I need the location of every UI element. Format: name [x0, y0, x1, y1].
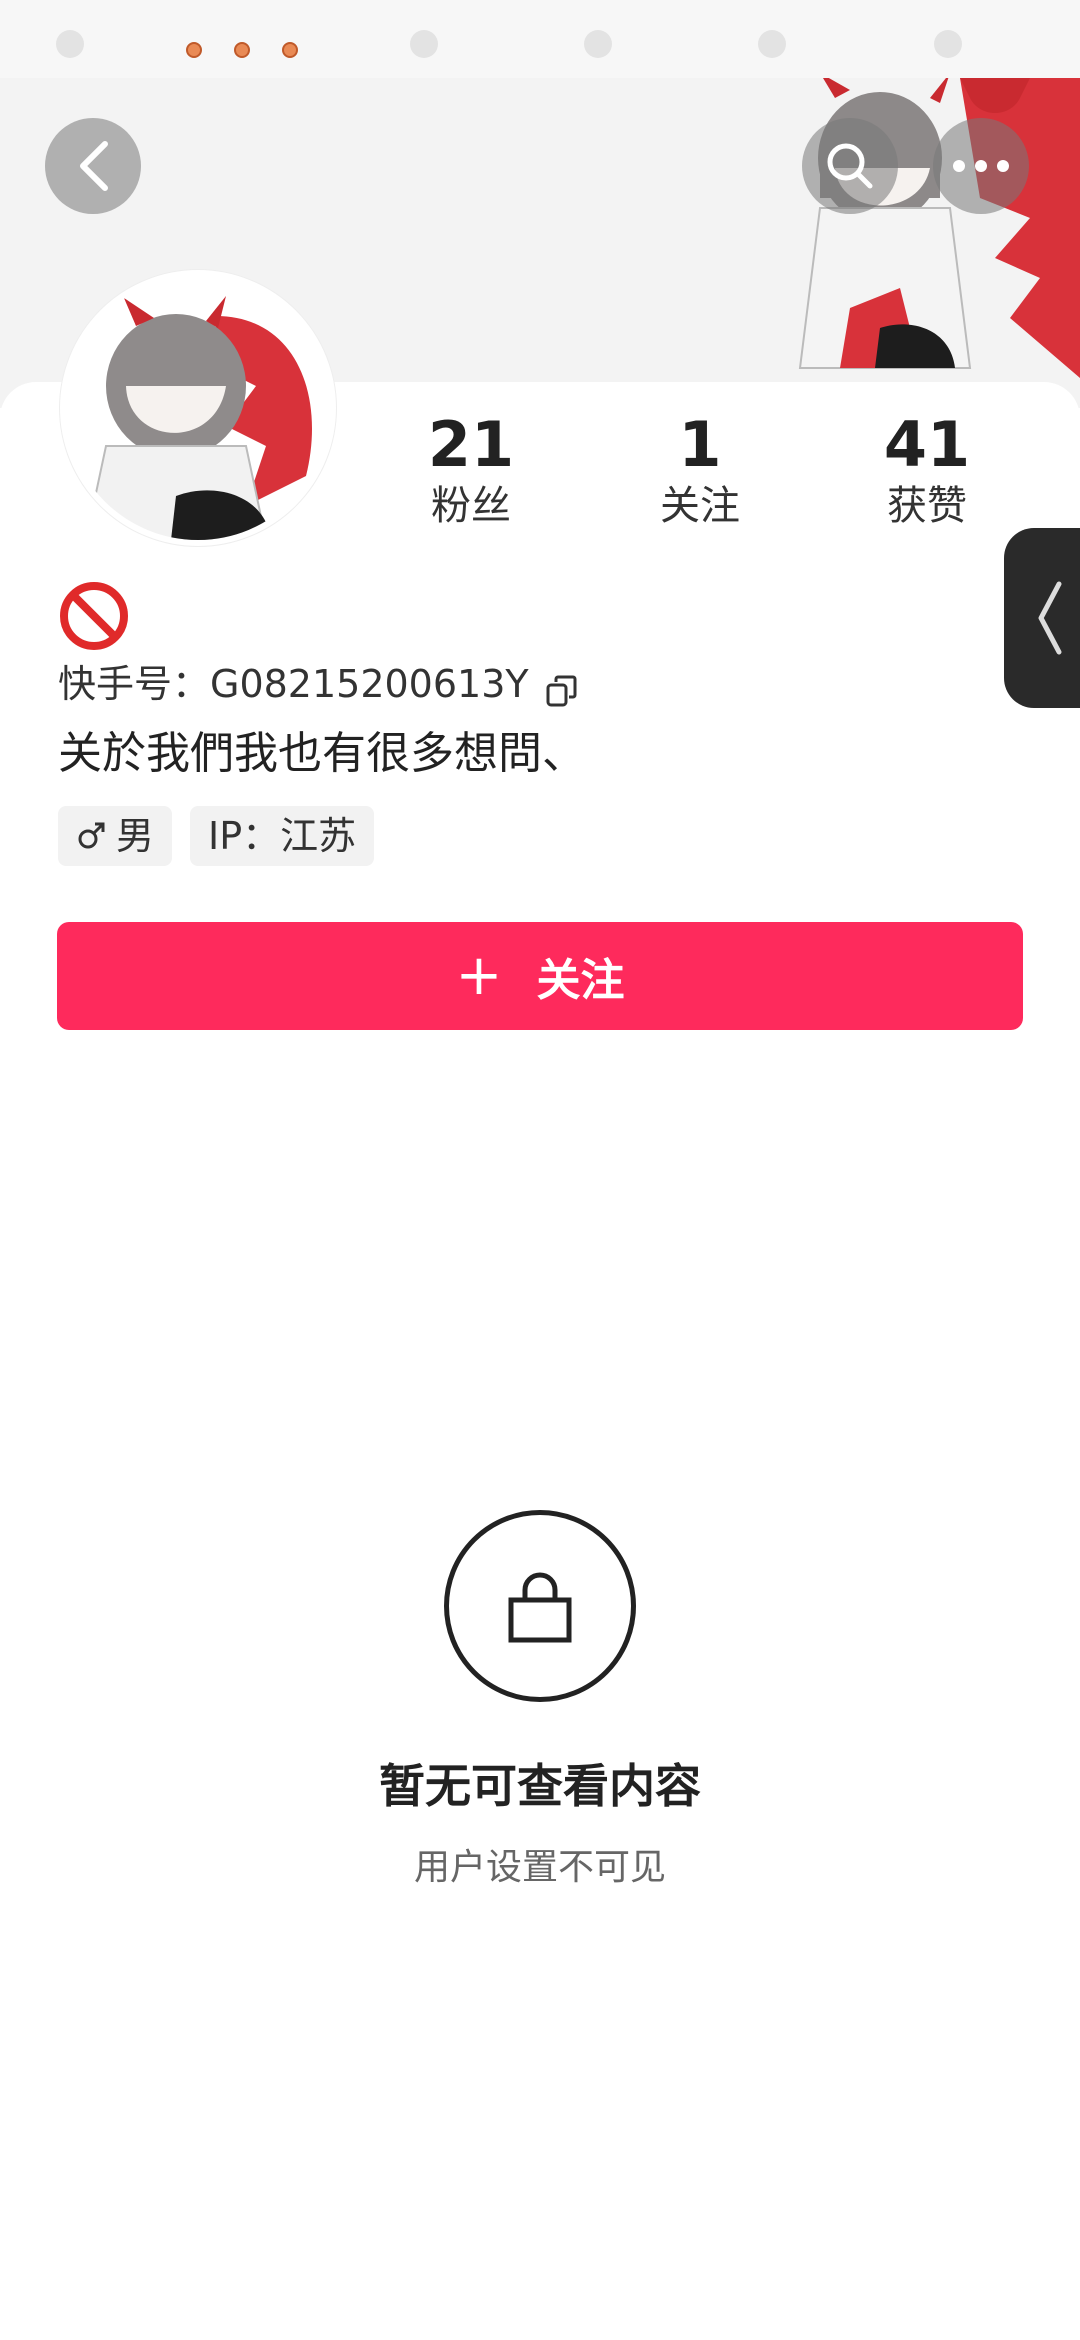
gender-tag: 男 [58, 806, 173, 866]
profile-page: 21 粉丝 1 关注 41 获赞 快手号：G08215200613Y 关於我們我… [0, 0, 1080, 2340]
empty-state-title: 暂无可查看内容 [379, 1759, 701, 1813]
stat-likes[interactable]: 41 获赞 [837, 410, 1017, 532]
stat-label: 获赞 [887, 483, 967, 529]
profile-stats: 21 粉丝 1 关注 41 获赞 [380, 410, 1080, 540]
status-icon [758, 30, 786, 58]
copy-icon[interactable] [545, 667, 579, 707]
gender-label: 男 [116, 814, 155, 858]
notification-icon [234, 42, 250, 58]
status-icon [56, 30, 84, 58]
follow-label: 关注 [536, 955, 625, 1006]
kuaishou-id[interactable]: 快手号：G08215200613Y [58, 656, 579, 712]
stat-label: 粉丝 [431, 483, 511, 529]
more-icon [953, 160, 1009, 172]
search-button[interactable] [802, 118, 898, 214]
follow-button[interactable]: + 关注 [57, 922, 1023, 1030]
ip-tag: IP：江苏 [190, 806, 375, 866]
stat-value: 1 [678, 408, 722, 481]
avatar[interactable] [60, 270, 336, 546]
status-icon [410, 30, 438, 58]
male-icon [78, 822, 105, 849]
status-icon [584, 30, 612, 58]
status-icon [934, 30, 962, 58]
lock-badge [444, 1510, 636, 1702]
stat-following[interactable]: 1 关注 [610, 410, 790, 532]
notification-icon [186, 42, 202, 58]
stat-label: 关注 [660, 483, 740, 529]
stat-value: 21 [427, 408, 515, 481]
ban-icon [60, 582, 128, 650]
notification-icon [282, 42, 298, 58]
avatar-image [66, 276, 330, 540]
status-bar [0, 0, 1080, 78]
plus-icon: + [455, 943, 503, 1008]
back-icon [80, 141, 108, 191]
side-drawer-tab[interactable] [1004, 528, 1080, 708]
more-button[interactable] [933, 118, 1029, 214]
search-icon [827, 143, 873, 189]
profile-bio: 关於我們我也有很多想問、 [58, 728, 586, 779]
lock-icon [508, 1572, 572, 1643]
back-button[interactable] [45, 118, 141, 214]
chevron-left-icon [1038, 581, 1062, 655]
stat-fans[interactable]: 21 粉丝 [381, 410, 561, 532]
kuaishou-id-text: 快手号：G08215200613Y [58, 662, 529, 706]
empty-state-subtitle: 用户设置不可见 [413, 1847, 666, 1888]
ip-label: IP：江苏 [208, 814, 357, 858]
stat-value: 41 [883, 408, 971, 481]
